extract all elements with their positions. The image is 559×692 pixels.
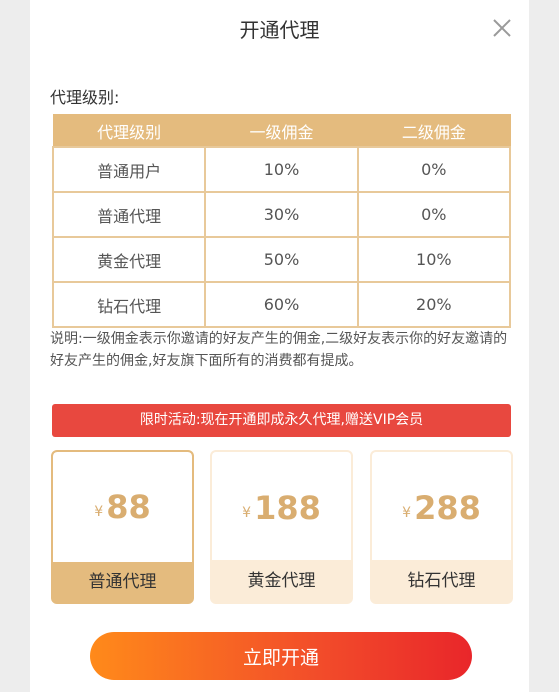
plan-card-gold[interactable]: ¥ 188 黄金代理: [210, 450, 353, 604]
table-cell: 50%: [204, 236, 359, 283]
plan-price: 188: [254, 489, 321, 527]
table-header-row: 代理级别 一级佣金 二级佣金: [52, 114, 511, 148]
plan-name: 黄金代理: [212, 560, 351, 602]
currency-symbol: ¥: [242, 505, 252, 521]
table-row: 黄金代理 50% 10%: [51, 236, 512, 283]
table-header: 二级佣金: [357, 114, 511, 148]
plan-name: 钻石代理: [372, 560, 511, 602]
plan-name: 普通代理: [53, 562, 192, 602]
close-icon: [493, 19, 511, 37]
plan-price-area: ¥ 88: [53, 452, 192, 562]
commission-table: 代理级别 一级佣金 二级佣金 普通用户 10% 0% 普通代理 30% 0% 黄…: [51, 114, 512, 328]
activate-button[interactable]: 立即开通: [90, 632, 472, 680]
table-row: 普通代理 30% 0%: [51, 191, 512, 238]
table-row: 钻石代理 60% 20%: [51, 281, 512, 328]
plan-card-diamond[interactable]: ¥ 288 钻石代理: [370, 450, 513, 604]
currency-symbol: ¥: [94, 504, 104, 520]
table-cell: 普通代理: [51, 191, 207, 238]
table-cell: 60%: [204, 281, 359, 328]
table-cell: 20%: [356, 281, 512, 328]
table-cell: 10%: [356, 236, 512, 283]
table-row: 普通用户 10% 0%: [51, 146, 512, 193]
table-cell: 钻石代理: [51, 281, 207, 328]
plan-price: 288: [414, 489, 481, 527]
table-cell: 0%: [356, 146, 512, 193]
table-cell: 10%: [204, 146, 359, 193]
close-button[interactable]: [488, 14, 516, 42]
table-header: 一级佣金: [204, 114, 359, 148]
table-cell: 0%: [356, 191, 512, 238]
plan-price-area: ¥ 288: [372, 452, 511, 564]
plan-card-basic[interactable]: ¥ 88 普通代理: [51, 450, 194, 604]
table-cell: 黄金代理: [51, 236, 207, 283]
commission-note: 说明:一级佣金表示你邀请的好友产生的佣金,二级好友表示你的好友邀请的好友产生的佣…: [50, 331, 508, 369]
section-label: 代理级别:: [50, 88, 120, 107]
table-cell: 普通用户: [51, 146, 207, 193]
plan-price-area: ¥ 188: [212, 452, 351, 564]
promo-banner: 限时活动:现在开通即成永久代理,赠送VIP会员: [52, 404, 511, 437]
currency-symbol: ¥: [402, 505, 412, 521]
agent-dialog: 开通代理 代理级别: 代理级别 一级佣金 二级佣金 普通用户 10% 0% 普通…: [30, 0, 529, 692]
table-cell: 30%: [204, 191, 359, 238]
plan-price: 88: [106, 488, 151, 526]
dialog-title: 开通代理: [239, 18, 320, 42]
table-header: 代理级别: [52, 114, 206, 148]
